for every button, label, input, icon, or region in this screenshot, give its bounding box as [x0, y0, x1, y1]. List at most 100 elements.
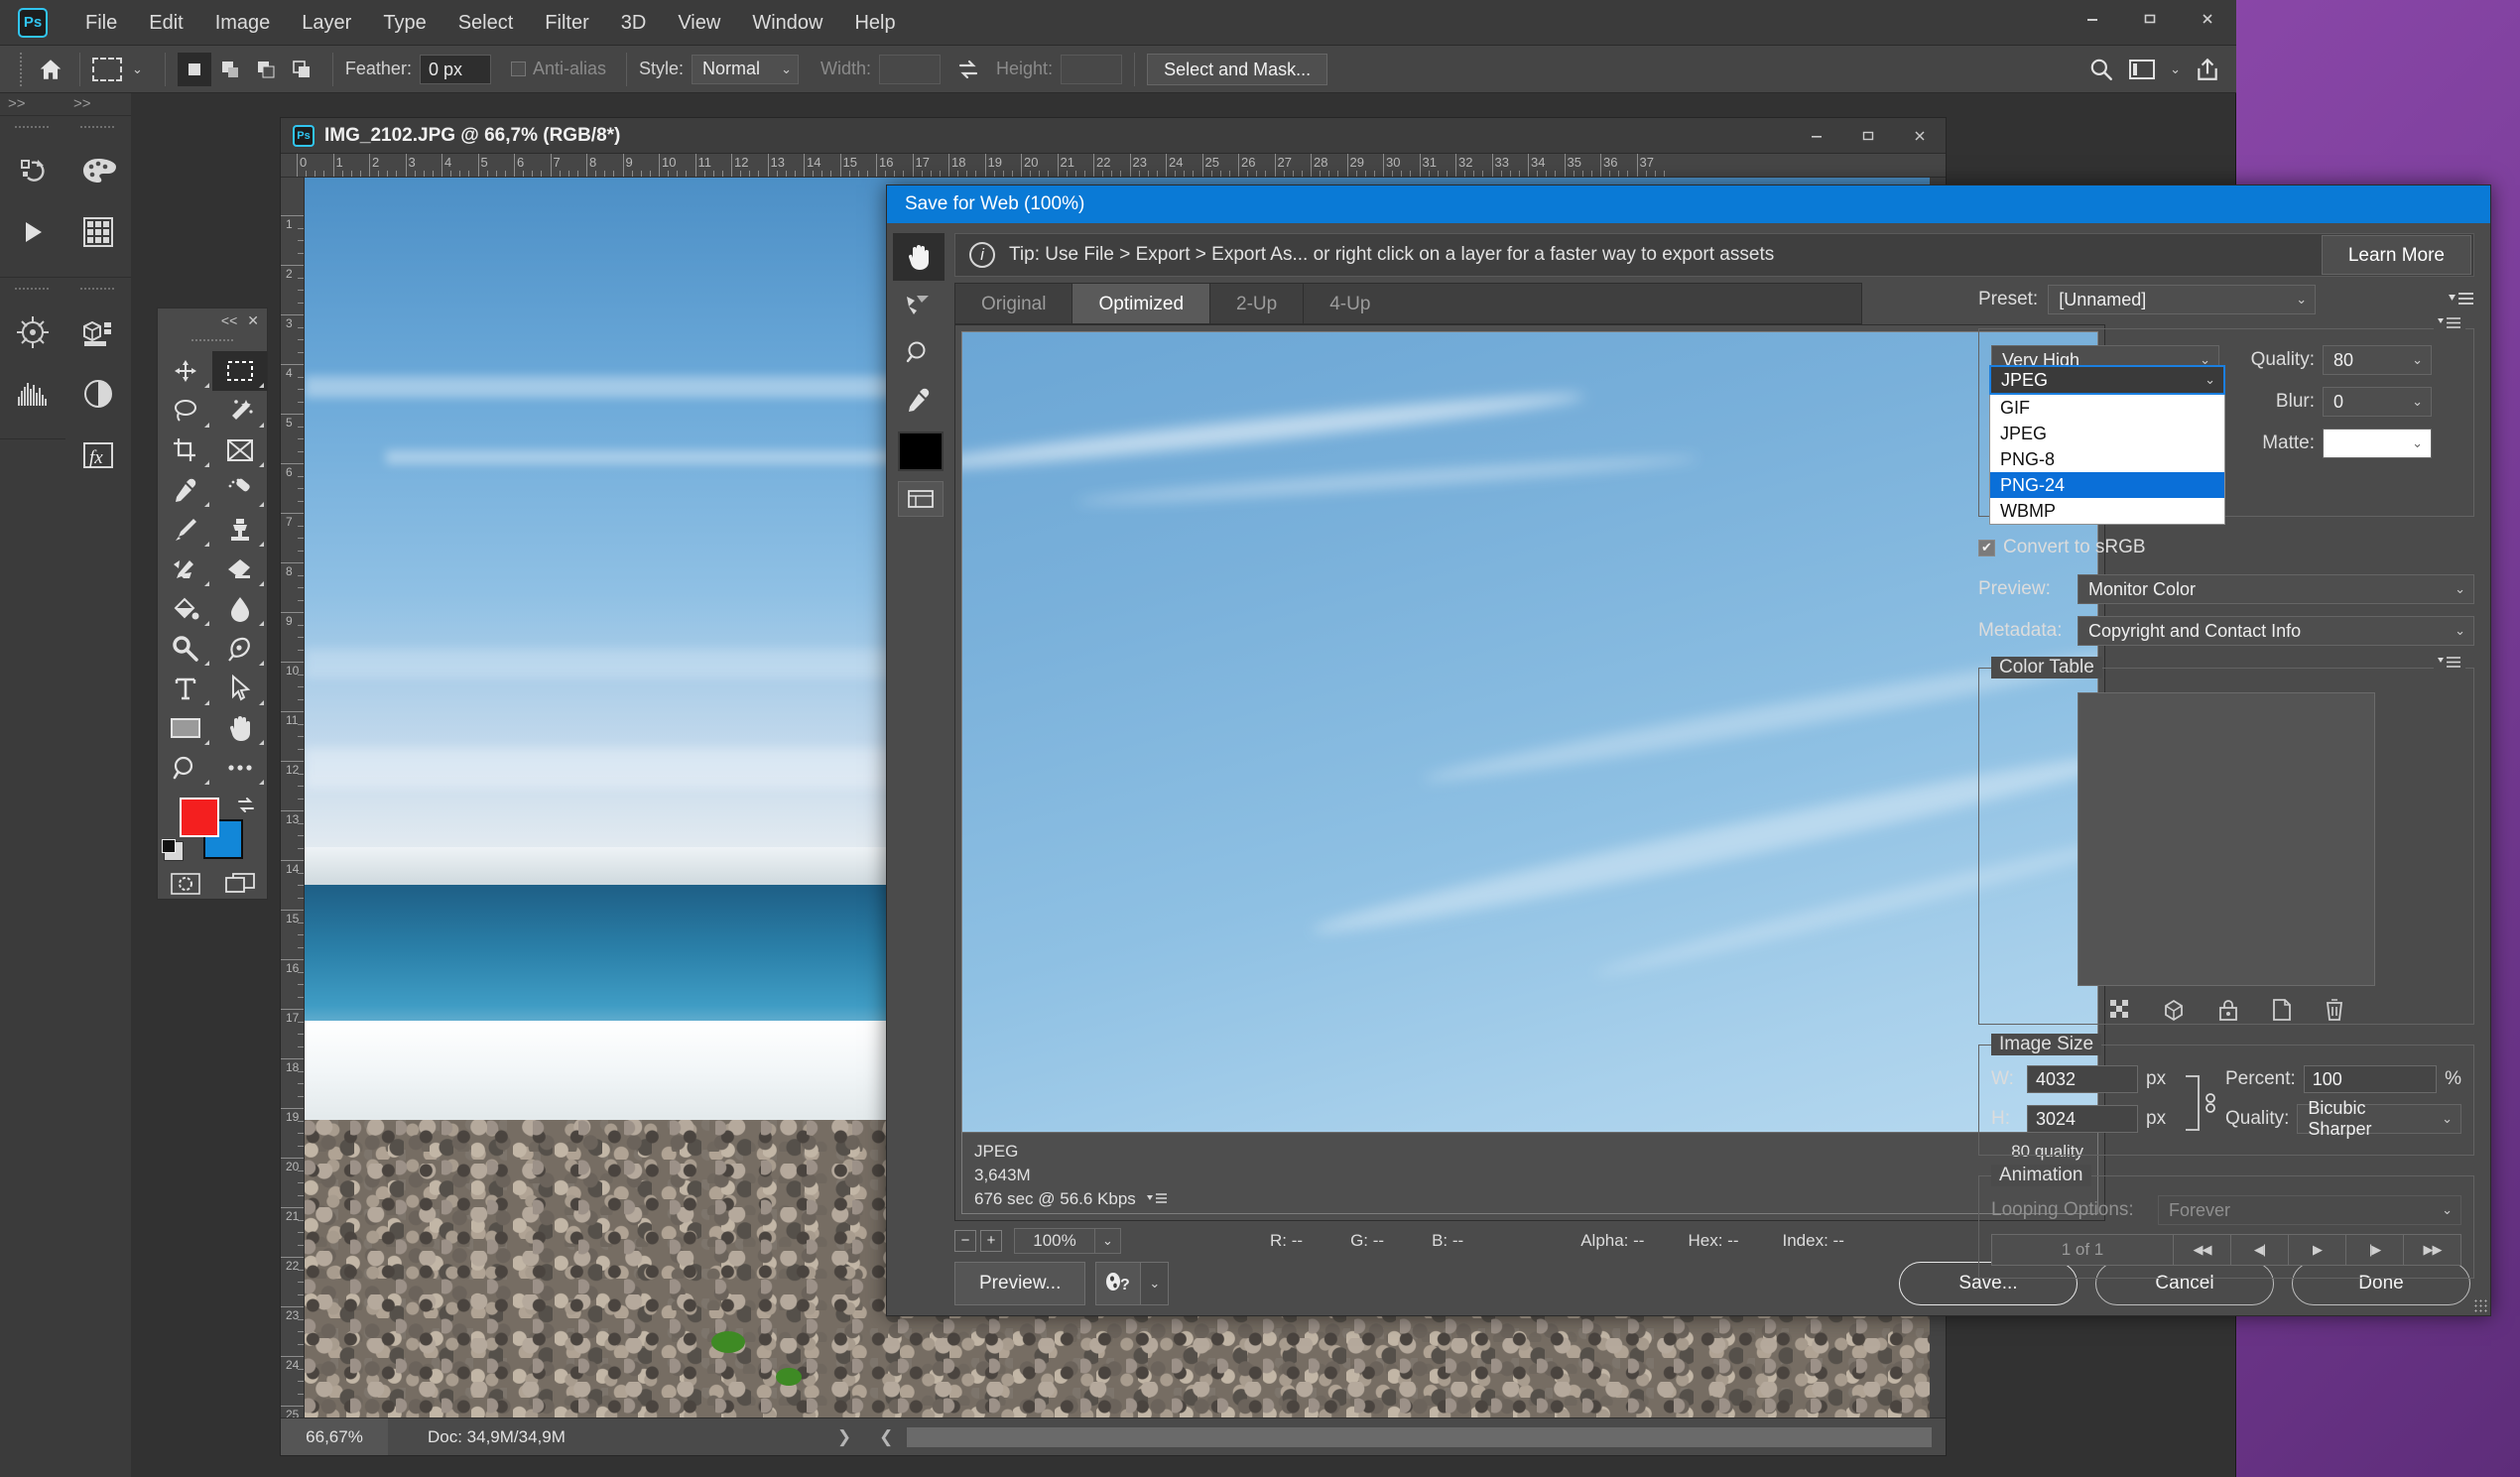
histogram-icon[interactable] — [0, 363, 65, 425]
chevron-left-icon[interactable]: ❮ — [865, 1427, 907, 1447]
metadata-dropdown[interactable]: Copyright and Contact Info ⌄ — [2078, 616, 2474, 646]
menu-type[interactable]: Type — [367, 0, 441, 46]
lock-icon[interactable] — [2217, 998, 2239, 1022]
blur-tool-icon[interactable] — [212, 589, 267, 629]
tab-4-up[interactable]: 4-Up — [1303, 283, 1397, 324]
history-brush-tool-icon[interactable] — [158, 550, 212, 589]
eyedropper-color-swatch[interactable] — [898, 431, 944, 471]
select-and-mask-button[interactable]: Select and Mask... — [1147, 53, 1328, 85]
menu-edit[interactable]: Edit — [133, 0, 198, 46]
quality-dropdown[interactable]: 80 ⌄ — [2323, 345, 2432, 375]
gradient-tool-icon[interactable] — [158, 589, 212, 629]
eyedropper-tool-icon[interactable] — [158, 470, 212, 510]
maximize-icon[interactable] — [1842, 118, 1894, 154]
subtract-from-selection-icon[interactable] — [249, 53, 283, 86]
menu-help[interactable]: Help — [838, 0, 911, 46]
vertical-ruler[interactable]: 1 2 3 4 5 6 7 8 9 10 11 12 13 14 15 16 17 18 19 20 21 22 23 24 2… — [281, 178, 305, 1417]
format-option-wbmp[interactable]: WBMP — [1990, 498, 2224, 524]
feather-input[interactable]: 0 px — [419, 54, 491, 84]
edit-toolbar-icon[interactable] — [212, 748, 267, 788]
tab-optimized[interactable]: Optimized — [1071, 283, 1210, 324]
chevron-right-icon[interactable]: ❯ — [823, 1427, 865, 1447]
chevron-down-icon[interactable]: ⌄ — [2170, 62, 2181, 77]
menu-layer[interactable]: Layer — [286, 0, 367, 46]
3d-properties-icon[interactable] — [65, 302, 131, 363]
next-frame-icon[interactable]: |▶ — [2346, 1234, 2404, 1266]
rail-collapse-right[interactable]: >> — [65, 93, 131, 115]
object-selection-tool-icon[interactable] — [212, 391, 267, 431]
transparency-icon[interactable] — [2108, 998, 2130, 1022]
convert-to-srgb-checkbox[interactable]: ✔ — [1978, 539, 1995, 556]
pen-tool-icon[interactable] — [212, 629, 267, 669]
menu-filter[interactable]: Filter — [529, 0, 604, 46]
rail-collapse-left[interactable]: >> — [0, 93, 65, 115]
preview-image[interactable]: JPEG 3,643M 676 sec @ 56.6 Kbps 80 quali… — [961, 331, 2098, 1214]
delete-icon[interactable] — [2325, 998, 2344, 1022]
preview-color-dropdown[interactable]: Monitor Color ⌄ — [2078, 574, 2474, 604]
lasso-tool-icon[interactable] — [158, 391, 212, 431]
rectangular-marquee-icon[interactable] — [92, 57, 122, 81]
new-color-icon[interactable] — [2271, 998, 2293, 1022]
menu-file[interactable]: File — [69, 0, 133, 46]
history-icon[interactable] — [0, 140, 65, 201]
fx-icon[interactable]: fx — [65, 425, 131, 486]
preview-in-browser-control[interactable]: ? ⌄ — [1095, 1262, 1170, 1305]
format-option-jpeg[interactable]: JPEG — [1990, 421, 2224, 446]
swap-colors-icon[interactable] — [235, 796, 257, 815]
zoom-level[interactable]: 66,67% — [281, 1418, 388, 1455]
menu-image[interactable]: Image — [199, 0, 287, 46]
zoom-out-icon[interactable]: − — [954, 1230, 976, 1252]
new-selection-icon[interactable] — [177, 52, 211, 86]
rectangle-tool-icon[interactable] — [158, 708, 212, 748]
menu-window[interactable]: Window — [736, 0, 838, 46]
frame-tool-icon[interactable] — [212, 431, 267, 470]
path-selection-tool-icon[interactable] — [212, 669, 267, 708]
format-dropdown-selected[interactable]: JPEG ⌄ — [1989, 365, 2225, 395]
color-palette-icon[interactable] — [65, 140, 131, 201]
play-icon[interactable] — [0, 201, 65, 263]
menu-view[interactable]: View — [662, 0, 736, 46]
dialog-resize-grip[interactable] — [2473, 1298, 2487, 1312]
close-icon[interactable]: ✕ — [247, 312, 259, 329]
color-table-swatch-area[interactable] — [2078, 692, 2375, 986]
menu-3d[interactable]: 3D — [605, 0, 663, 46]
zoom-tool-icon[interactable] — [158, 748, 212, 788]
maximize-icon[interactable] — [2121, 0, 2179, 38]
format-option-gif[interactable]: GIF — [1990, 395, 2224, 421]
chevron-down-icon[interactable]: ⌄ — [1140, 1263, 1169, 1304]
zoom-in-icon[interactable]: + — [980, 1230, 1002, 1252]
panel-grip[interactable] — [191, 335, 233, 345]
brush-tool-icon[interactable] — [158, 510, 212, 550]
antialias-checkbox[interactable] — [510, 62, 526, 76]
style-select[interactable]: Normal ⌄ — [692, 54, 800, 84]
eraser-tool-icon[interactable] — [212, 550, 267, 589]
horizontal-ruler[interactable]: 0 1 2 3 4 5 6 7 8 9 10 11 12 13 14 15 16 17 18 19 20 21 22 23 24… — [281, 154, 1946, 178]
workspace-icon[interactable] — [2128, 58, 2156, 81]
previous-frame-icon[interactable]: ◀| — [2231, 1234, 2289, 1266]
swatches-grid-icon[interactable] — [65, 201, 131, 263]
options-bar-grip[interactable] — [16, 52, 26, 86]
learn-more-button[interactable]: Learn More — [2321, 235, 2471, 275]
chevron-down-icon[interactable]: ⌄ — [1095, 1228, 1121, 1254]
eyedropper-tool-icon[interactable] — [893, 376, 945, 424]
chevron-down-icon[interactable]: ⌄ — [132, 62, 143, 77]
home-icon[interactable] — [34, 53, 67, 86]
panel-grip[interactable] — [15, 120, 51, 134]
panel-grip[interactable] — [80, 282, 116, 296]
tab-2-up[interactable]: 2-Up — [1209, 283, 1304, 324]
default-colors-icon[interactable] — [162, 839, 184, 861]
move-tool-icon[interactable] — [158, 351, 212, 391]
toggle-slices-visibility-icon[interactable] — [898, 481, 944, 517]
screen-mode-icon[interactable] — [224, 873, 255, 895]
panel-menu-icon[interactable] — [1146, 1192, 1168, 1206]
panel-grip[interactable] — [15, 282, 51, 296]
panel-grip[interactable] — [80, 120, 116, 134]
percent-input[interactable]: 100 — [2303, 1065, 2438, 1093]
tab-original[interactable]: Original — [954, 283, 1072, 324]
share-icon[interactable] — [2195, 57, 2220, 82]
width-input[interactable] — [879, 54, 942, 84]
format-dropdown-open[interactable]: JPEG ⌄ GIF JPEG PNG-8 PNG-24 WBMP — [1989, 365, 2225, 525]
close-icon[interactable] — [2179, 0, 2236, 38]
slice-select-tool-icon[interactable] — [893, 281, 945, 328]
intersect-selection-icon[interactable] — [285, 53, 318, 86]
